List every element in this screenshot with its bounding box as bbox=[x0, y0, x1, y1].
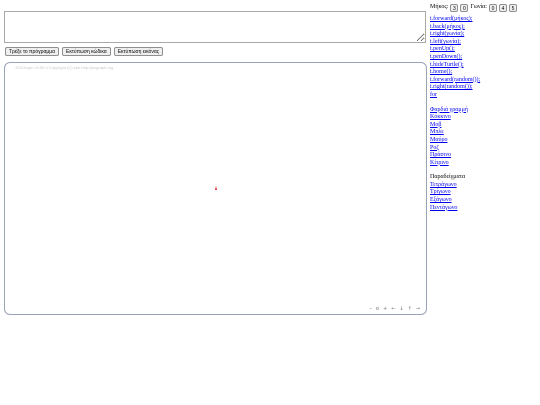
angle-digit-2[interactable]: 4 bbox=[498, 4, 507, 12]
example-pentagon-link[interactable]: Πεντάγωνο bbox=[430, 205, 538, 213]
pan-left-button[interactable]: ← bbox=[391, 306, 395, 312]
angle-label: Γωνία: bbox=[470, 4, 487, 11]
color-pink-link[interactable]: Ροζ bbox=[430, 145, 538, 153]
toolbar: Τρέξε το πρόγραμμα Εκτύπωση κώδικα Εκτύπ… bbox=[5, 47, 164, 56]
wide-line-link[interactable]: Φαρδιά γραμμή bbox=[430, 107, 538, 115]
code-editor[interactable] bbox=[4, 11, 426, 43]
turtle-canvas[interactable]: JSXGraph v0.99.4 Copyright (C) see http:… bbox=[4, 62, 427, 315]
pan-up-button[interactable]: ↑ bbox=[408, 306, 412, 312]
export-image-button[interactable]: Εκτύπωση εικόνας bbox=[113, 47, 164, 56]
color-yellow-link[interactable]: Κίτρινο bbox=[430, 160, 538, 168]
length-label: Μήκος: bbox=[430, 4, 449, 11]
command-links: t.forward(μήκος); t.back(μήκος); t.right… bbox=[430, 16, 538, 100]
color-blue-link[interactable]: Μπλε bbox=[430, 129, 538, 137]
examples-section: Παραδείγματα Τετράγωνο Τρίγωνο Εξάγωνο Π… bbox=[430, 174, 538, 212]
example-triangle-link[interactable]: Τρίγωνο bbox=[430, 189, 538, 197]
cmd-home-link[interactable]: t.home(); bbox=[430, 69, 538, 77]
color-links: Φαρδιά γραμμή Κόκκινο Μοβ Μπλε Μαύρο Ροζ… bbox=[430, 107, 538, 168]
canvas-navigation: – o + ← ↓ ↑ → bbox=[369, 306, 420, 312]
cmd-right-link[interactable]: t.right(γωνία); bbox=[430, 31, 538, 39]
example-square-link[interactable]: Τετράγωνο bbox=[430, 182, 538, 190]
cmd-for-link[interactable]: for bbox=[430, 92, 538, 100]
pan-down-button[interactable]: ↓ bbox=[399, 306, 403, 312]
canvas-copyright: JSXGraph v0.99.4 Copyright (C) see http:… bbox=[15, 65, 114, 70]
export-code-button[interactable]: Εκτύπωση κώδικα bbox=[62, 47, 111, 56]
length-digit-1[interactable]: 3 bbox=[450, 4, 459, 12]
color-black-link[interactable]: Μαύρο bbox=[430, 137, 538, 145]
color-red-link[interactable]: Κόκκινο bbox=[430, 114, 538, 122]
parameter-inputs: Μήκος: 3 0 Γωνία: 0 4 5 bbox=[430, 4, 538, 12]
pan-right-button[interactable]: → bbox=[416, 306, 420, 312]
cmd-right-random-link[interactable]: t.right(random()); bbox=[430, 84, 538, 92]
zoom-reset-button[interactable]: o bbox=[376, 306, 379, 312]
cmd-forward-link[interactable]: t.forward(μήκος); bbox=[430, 16, 538, 24]
color-purple-link[interactable]: Μοβ bbox=[430, 122, 538, 130]
angle-digit-3[interactable]: 5 bbox=[508, 4, 517, 12]
examples-title: Παραδείγματα bbox=[430, 174, 466, 181]
zoom-out-button[interactable]: – bbox=[369, 306, 372, 312]
zoom-in-button[interactable]: + bbox=[383, 306, 387, 312]
cmd-pendown-link[interactable]: t.penDown(); bbox=[430, 54, 538, 62]
run-program-button[interactable]: Τρέξε το πρόγραμμα bbox=[5, 47, 60, 56]
length-digit-2[interactable]: 0 bbox=[460, 4, 469, 12]
turtle-icon bbox=[215, 186, 217, 190]
color-green-link[interactable]: Πράσινο bbox=[430, 152, 538, 160]
example-hexagon-link[interactable]: Εξάγωνο bbox=[430, 197, 538, 205]
side-panel: Μήκος: 3 0 Γωνία: 0 4 5 t.forward(μήκος)… bbox=[430, 4, 538, 212]
angle-digit-1[interactable]: 0 bbox=[488, 4, 497, 12]
cmd-penup-link[interactable]: t.penUp(); bbox=[430, 46, 538, 54]
